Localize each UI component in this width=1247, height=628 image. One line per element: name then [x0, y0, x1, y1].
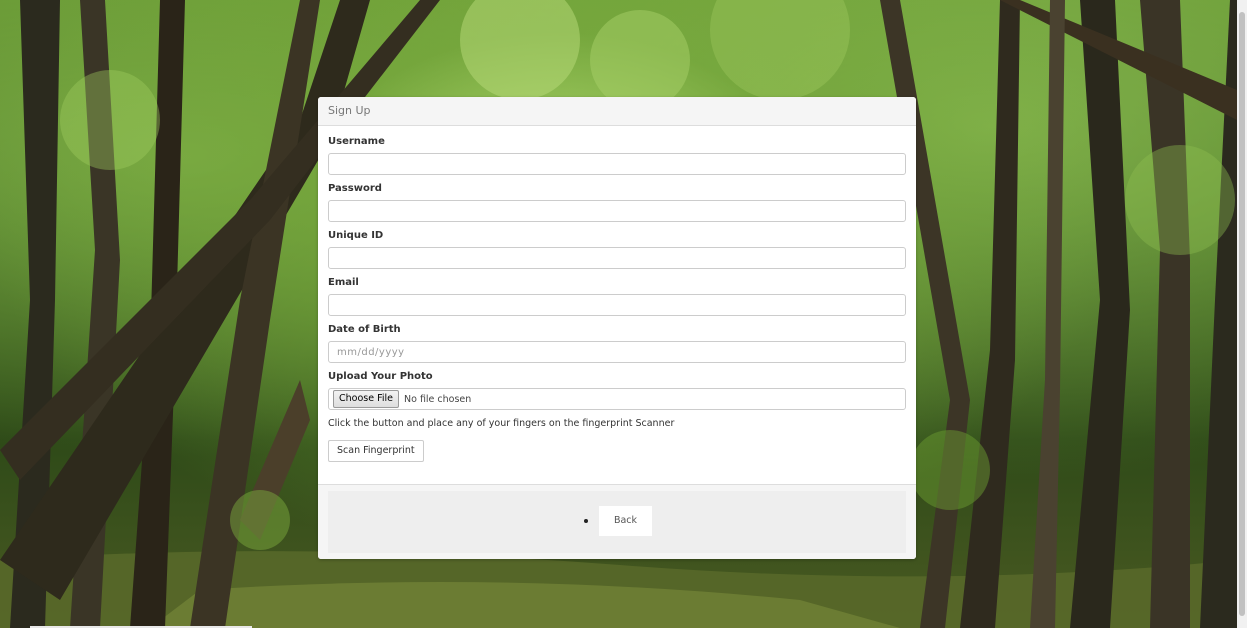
page-scrollbar[interactable] [1237, 0, 1247, 628]
signup-panel: Sign Up Username Password Unique ID Emai… [318, 97, 916, 559]
password-label: Password [328, 183, 382, 194]
footer-nav-area: Back [328, 491, 906, 553]
username-group: Username [328, 136, 906, 175]
username-label: Username [328, 136, 385, 147]
file-status-text: No file chosen [404, 393, 472, 405]
dob-placeholder: mm/dd/yyyy [337, 346, 405, 358]
scan-fingerprint-button[interactable]: Scan Fingerprint [328, 440, 424, 462]
email-input[interactable] [328, 294, 906, 316]
list-bullet-icon [584, 519, 588, 523]
dob-input[interactable]: mm/dd/yyyy [328, 341, 906, 363]
photo-file-input[interactable]: Choose File No file chosen [328, 388, 906, 410]
unique-id-input[interactable] [328, 247, 906, 269]
panel-heading: Sign Up [318, 97, 916, 126]
panel-footer: Back [318, 484, 916, 559]
footer-nav: Back [584, 506, 652, 536]
email-group: Email [328, 277, 906, 316]
back-link[interactable]: Back [599, 506, 652, 536]
signup-form: Username Password Unique ID Email Date o… [318, 126, 916, 462]
photo-group: Upload Your Photo Choose File No file ch… [328, 371, 906, 410]
scrollbar-thumb[interactable] [1239, 12, 1245, 616]
choose-file-button[interactable]: Choose File [333, 390, 399, 408]
fingerprint-instructions: Click the button and place any of your f… [328, 418, 675, 429]
dob-label: Date of Birth [328, 324, 401, 335]
dob-group: Date of Birth mm/dd/yyyy [328, 324, 906, 363]
password-group: Password [328, 183, 906, 222]
photo-label: Upload Your Photo [328, 371, 433, 382]
email-label: Email [328, 277, 359, 288]
unique-id-label: Unique ID [328, 230, 384, 241]
unique-id-group: Unique ID [328, 230, 906, 269]
username-input[interactable] [328, 153, 906, 175]
password-input[interactable] [328, 200, 906, 222]
